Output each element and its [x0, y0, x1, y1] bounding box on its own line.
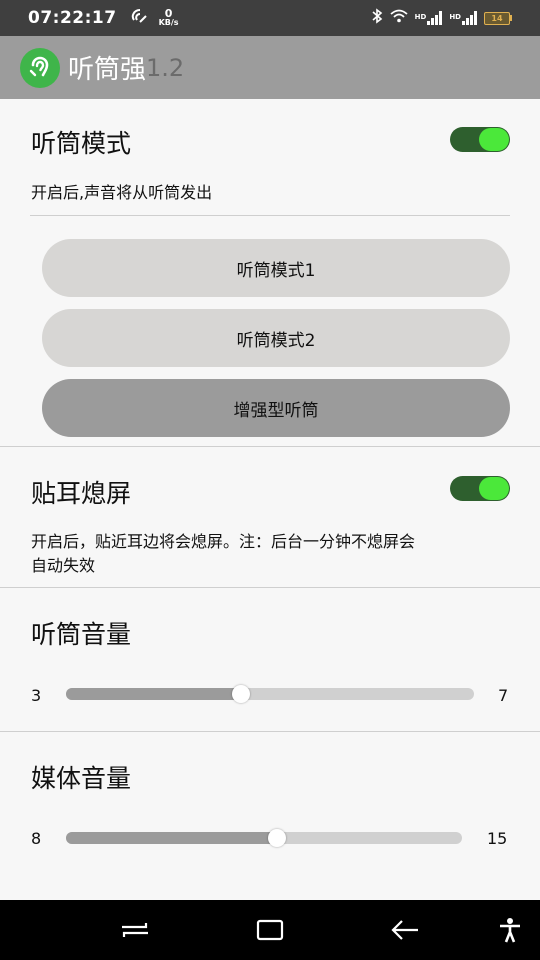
- wifi-icon: [390, 9, 408, 27]
- hd-label: HD: [449, 13, 461, 21]
- earpiece-volume-slider[interactable]: [66, 685, 474, 703]
- media-volume-value: 8: [31, 829, 42, 848]
- app-header: 听筒强 1.2: [0, 36, 540, 99]
- media-volume-max: 15: [487, 829, 508, 848]
- network-speed-value: 0: [164, 7, 173, 20]
- earpiece-mode-title: 听筒模式: [31, 129, 132, 158]
- earpiece-mode-2-button[interactable]: 听筒模式2: [42, 309, 510, 367]
- enhanced-earpiece-button[interactable]: 增强型听筒: [42, 379, 510, 437]
- status-time: 07:22:17: [28, 8, 117, 28]
- earpiece-mode-1-button[interactable]: 听筒模式1: [42, 239, 510, 297]
- proximity-screen-off-description: 开启后，贴近耳边将会熄屏。注：后台一分钟不熄屏会 自动失效: [31, 530, 511, 578]
- battery-level: 14: [491, 13, 503, 23]
- navigation-bar: [0, 900, 540, 960]
- hd-label: HD: [414, 13, 427, 21]
- network-speed-unit: KB/s: [158, 18, 179, 27]
- slider-fill: [66, 832, 278, 844]
- network-speed: 0 KB/s: [158, 7, 179, 27]
- status-bar: 07:22:17 0 KB/s HD HD 14: [0, 0, 540, 36]
- app-title: 听筒强: [68, 55, 147, 85]
- recent-apps-icon: [122, 923, 148, 937]
- home-icon: [256, 919, 284, 941]
- earpiece-volume-title: 听筒音量: [31, 620, 132, 649]
- bluetooth-icon: [371, 8, 383, 28]
- earpiece-mode-description: 开启后,声音将从听筒发出: [31, 183, 213, 202]
- battery-icon: 14: [484, 11, 512, 25]
- toggle-knob: [479, 477, 509, 500]
- earpiece-volume-max: 7: [498, 686, 509, 705]
- accessibility-button[interactable]: [492, 900, 528, 960]
- app-version: 1.2: [146, 53, 185, 82]
- toggle-knob: [479, 128, 509, 151]
- proximity-screen-off-toggle[interactable]: [450, 476, 510, 501]
- earpiece-volume-value: 3: [31, 686, 42, 705]
- description-line-2: 自动失效: [31, 556, 96, 575]
- divider: [30, 215, 510, 216]
- proximity-screen-off-title: 贴耳熄屏: [31, 479, 132, 508]
- slider-thumb[interactable]: [268, 829, 287, 847]
- divider: [0, 731, 540, 732]
- earpiece-mode-toggle[interactable]: [450, 127, 510, 152]
- home-button[interactable]: [245, 900, 295, 960]
- back-arrow-icon: [391, 920, 418, 940]
- slider-fill: [66, 688, 241, 700]
- app-logo-icon: [20, 47, 60, 88]
- description-line-1: 开启后，贴近耳边将会熄屏。注：后台一分钟不熄屏会: [31, 532, 416, 551]
- recent-apps-button[interactable]: [110, 900, 160, 960]
- signal-2-icon: HD: [449, 11, 477, 25]
- divider: [0, 446, 540, 447]
- status-icons: HD HD 14: [371, 8, 512, 28]
- media-volume-title: 媒体音量: [31, 764, 132, 793]
- divider: [0, 587, 540, 588]
- accessibility-icon: [500, 918, 520, 943]
- back-button[interactable]: [380, 900, 430, 960]
- media-volume-slider[interactable]: [66, 829, 462, 847]
- slider-thumb[interactable]: [231, 685, 250, 703]
- signal-1-icon: HD: [415, 11, 443, 25]
- nfc-icon: [131, 8, 149, 28]
